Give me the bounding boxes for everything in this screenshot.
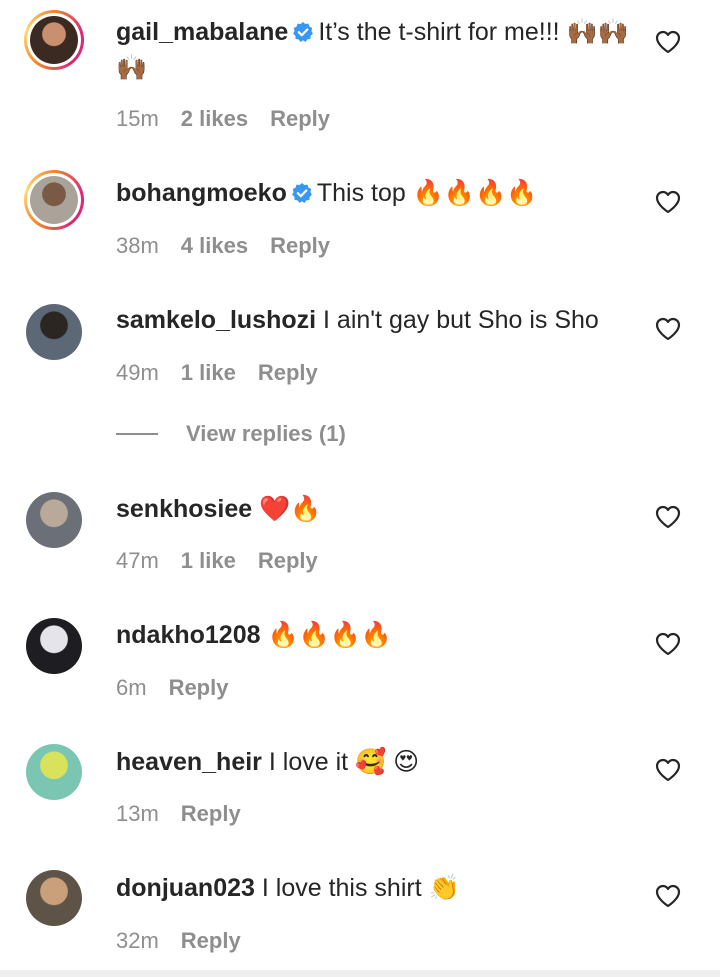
replies-divider-line	[116, 433, 158, 435]
avatar-frame	[26, 618, 82, 674]
comment-body: I ain't gay but Sho is Sho	[323, 306, 599, 334]
comment-text-line: samkelo_lushozi I ain't gay but Sho is S…	[116, 302, 636, 338]
heart-outline-icon[interactable]	[655, 190, 681, 214]
verified-badge-icon	[292, 17, 314, 42]
comment-timestamp: 49m	[116, 360, 159, 385]
reply-button[interactable]: Reply	[258, 548, 318, 574]
reply-button[interactable]: Reply	[169, 675, 229, 701]
avatar[interactable]	[24, 868, 84, 928]
reply-button[interactable]: Reply	[258, 360, 318, 386]
bottom-divider	[0, 970, 720, 977]
comment-body: ❤️🔥	[259, 495, 322, 523]
comment-meta: 15m 2 likes Reply	[116, 106, 330, 132]
comment-text-line: gail_mabalane It’s the t-shirt for me!!! …	[116, 14, 636, 86]
comment-meta: 6m Reply	[116, 675, 228, 701]
comment-body: 🔥🔥🔥🔥	[267, 621, 392, 649]
heart-outline-icon[interactable]	[655, 758, 681, 782]
avatar[interactable]	[24, 490, 84, 550]
avatar[interactable]	[24, 10, 84, 70]
reply-button[interactable]: Reply	[181, 801, 241, 827]
likes-count[interactable]: 4 likes	[181, 233, 248, 259]
username-link[interactable]: heaven_heir	[116, 748, 262, 776]
heart-outline-icon[interactable]	[655, 30, 681, 54]
avatar-frame	[27, 173, 81, 227]
likes-count[interactable]: 1 like	[181, 360, 236, 386]
comment-timestamp: 32m	[116, 928, 159, 953]
avatar-image	[26, 304, 82, 360]
avatar-image	[26, 492, 82, 548]
heart-outline-icon[interactable]	[655, 884, 681, 908]
avatar-frame	[26, 304, 82, 360]
comment-text-line: bohangmoeko This top 🔥🔥🔥🔥	[116, 175, 636, 211]
heart-outline-icon[interactable]	[655, 632, 681, 656]
username-link[interactable]: bohangmoeko	[116, 179, 287, 207]
username-link[interactable]: senkhosiee	[116, 495, 252, 523]
avatar-image	[26, 618, 82, 674]
reply-button[interactable]: Reply	[270, 233, 330, 259]
comment-timestamp: 13m	[116, 801, 159, 826]
verified-badge-icon	[291, 178, 313, 203]
avatar-frame	[26, 744, 82, 800]
comment-meta: 49m 1 like Reply	[116, 360, 318, 386]
heart-outline-icon[interactable]	[655, 505, 681, 529]
comment-timestamp: 47m	[116, 548, 159, 573]
username-link[interactable]: donjuan023	[116, 874, 255, 902]
comment-body: This top 🔥🔥🔥🔥	[316, 179, 538, 207]
heart-outline-icon[interactable]	[655, 317, 681, 341]
comment-text-line: ndakho1208 🔥🔥🔥🔥	[116, 617, 636, 653]
comment-body: I love this shirt 👏	[261, 874, 460, 902]
avatar[interactable]	[24, 302, 84, 362]
likes-count[interactable]: 1 like	[181, 548, 236, 574]
comment-meta: 47m 1 like Reply	[116, 548, 318, 574]
view-replies-label: View replies (1)	[186, 421, 346, 446]
comment-meta: 32m Reply	[116, 928, 241, 954]
avatar-frame	[26, 492, 82, 548]
comment-text-line: donjuan023 I love this shirt 👏	[116, 870, 636, 906]
comment-body: I love it 🥰 😍	[268, 748, 420, 776]
avatar[interactable]	[24, 170, 84, 230]
avatar-frame	[26, 870, 82, 926]
likes-count[interactable]: 2 likes	[181, 106, 248, 132]
username-link[interactable]: ndakho1208	[116, 621, 261, 649]
comment-text-line: senkhosiee ❤️🔥	[116, 491, 636, 527]
avatar-image	[26, 870, 82, 926]
avatar-image	[26, 744, 82, 800]
comment-timestamp: 38m	[116, 233, 159, 258]
avatar[interactable]	[24, 742, 84, 802]
avatar-image	[30, 176, 78, 224]
avatar-image	[30, 16, 78, 64]
comments-feed: gail_mabalane It’s the t-shirt for me!!! …	[0, 0, 720, 977]
view-replies-button[interactable]: View replies (1)	[116, 421, 346, 447]
avatar-frame	[27, 13, 81, 67]
reply-button[interactable]: Reply	[270, 106, 330, 132]
comment-timestamp: 6m	[116, 675, 147, 700]
avatar[interactable]	[24, 616, 84, 676]
comment-timestamp: 15m	[116, 106, 159, 131]
reply-button[interactable]: Reply	[181, 928, 241, 954]
comment-meta: 13m Reply	[116, 801, 241, 827]
comment-text-line: heaven_heir I love it 🥰 😍	[116, 744, 636, 780]
username-link[interactable]: gail_mabalane	[116, 18, 288, 46]
comment-meta: 38m 4 likes Reply	[116, 233, 330, 259]
username-link[interactable]: samkelo_lushozi	[116, 306, 316, 334]
